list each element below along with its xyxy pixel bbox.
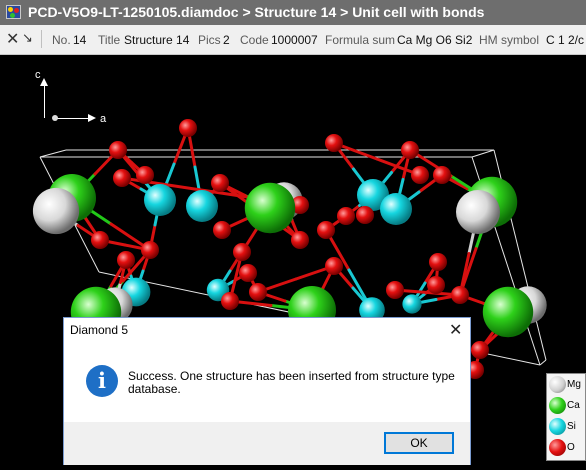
title-value: Structure 14 (124, 33, 190, 47)
dialog-close-icon[interactable]: ✕ (449, 320, 462, 340)
o-atom[interactable] (325, 134, 343, 152)
legend-label-ca: Ca (567, 400, 580, 411)
structure-info-bar: ✕ ↘ No. 14 Title Structure 14 Pics 2 Cod… (0, 25, 586, 55)
dialog-title: Diamond 5 (70, 323, 129, 337)
o-color-swatch (549, 439, 566, 456)
info-icon: i (86, 365, 118, 397)
toolbar-separator (41, 30, 42, 48)
code-label: Code (240, 33, 269, 47)
legend-row-ca: Ca (548, 396, 586, 416)
si-atom[interactable] (186, 190, 218, 222)
window-title: PCD-V5O9-LT-1250105.diamdoc > Structure … (28, 4, 485, 20)
o-atom[interactable] (429, 253, 447, 271)
legend-row-si: Si (548, 417, 586, 437)
o-atom[interactable] (221, 292, 239, 310)
legend-label-si: Si (567, 421, 576, 432)
si-atom[interactable] (144, 184, 176, 216)
legend-row-o: O (548, 438, 586, 458)
o-atom[interactable] (386, 281, 404, 299)
mg-atom[interactable] (456, 190, 500, 234)
element-legend: Mg Ca Si O (546, 373, 586, 461)
axis-origin (52, 115, 58, 121)
legend-row-mg: Mg (548, 375, 586, 395)
hm-symbol-value: C 1 2/c (546, 33, 585, 47)
o-atom[interactable] (317, 221, 335, 239)
o-atom[interactable] (433, 166, 451, 184)
legend-label-o: O (567, 442, 575, 453)
axis-a-label: a (100, 113, 107, 125)
o-atom[interactable] (427, 276, 445, 294)
si-atom[interactable] (402, 294, 422, 314)
o-atom[interactable] (471, 341, 489, 359)
axis-a-arrowhead (88, 114, 96, 122)
ok-button[interactable]: OK (384, 432, 454, 454)
diamond-app-icon (6, 5, 21, 19)
close-icon[interactable]: ✕ (6, 29, 19, 49)
o-atom[interactable] (117, 251, 135, 269)
o-atom[interactable] (249, 283, 267, 301)
dialog-footer: OK (64, 422, 470, 465)
o-atom[interactable] (91, 231, 109, 249)
formula-value: Ca Mg O6 Si2 (397, 33, 473, 47)
mg-color-swatch (549, 376, 566, 393)
formula-label: Formula sum (325, 33, 396, 47)
axis-a-arrow (55, 118, 90, 119)
o-atom[interactable] (179, 119, 197, 137)
title-label: Title (98, 33, 121, 47)
mg-atom[interactable] (32, 187, 80, 235)
o-atom[interactable] (356, 206, 374, 224)
no-label: No. (52, 33, 71, 47)
message-dialog: Diamond 5 ✕ i Success. One structure has… (63, 317, 471, 465)
legend-label-mg: Mg (567, 379, 581, 390)
o-atom[interactable] (136, 166, 154, 184)
o-atom[interactable] (325, 257, 343, 275)
o-atom[interactable] (109, 141, 127, 159)
pin-arrow-icon[interactable]: ↘ (22, 30, 33, 46)
ca-atom[interactable] (244, 182, 296, 234)
dialog-message: Success. One structure has been inserted… (128, 369, 455, 396)
o-atom[interactable] (411, 166, 429, 184)
title-bar: PCD-V5O9-LT-1250105.diamdoc > Structure … (0, 0, 586, 25)
o-atom[interactable] (113, 169, 131, 187)
code-value: 1000007 (271, 33, 318, 47)
o-atom[interactable] (211, 174, 229, 192)
o-atom[interactable] (401, 141, 419, 159)
o-atom[interactable] (451, 286, 469, 304)
o-atom[interactable] (213, 221, 231, 239)
axis-c-arrow (44, 82, 45, 118)
si-atom[interactable] (380, 193, 412, 225)
ca-atom[interactable] (482, 286, 534, 338)
o-atom[interactable] (141, 241, 159, 259)
ca-color-swatch (549, 397, 566, 414)
o-atom[interactable] (291, 231, 309, 249)
o-atom[interactable] (239, 264, 257, 282)
o-atom[interactable] (233, 243, 251, 261)
hm-symbol-label: HM symbol (479, 33, 540, 47)
no-value: 14 (73, 33, 87, 47)
o-atom[interactable] (337, 207, 355, 225)
si-color-swatch (549, 418, 566, 435)
axis-c-arrowhead (40, 78, 48, 86)
pics-label: Pics (198, 33, 221, 47)
pics-value: 2 (223, 33, 230, 47)
